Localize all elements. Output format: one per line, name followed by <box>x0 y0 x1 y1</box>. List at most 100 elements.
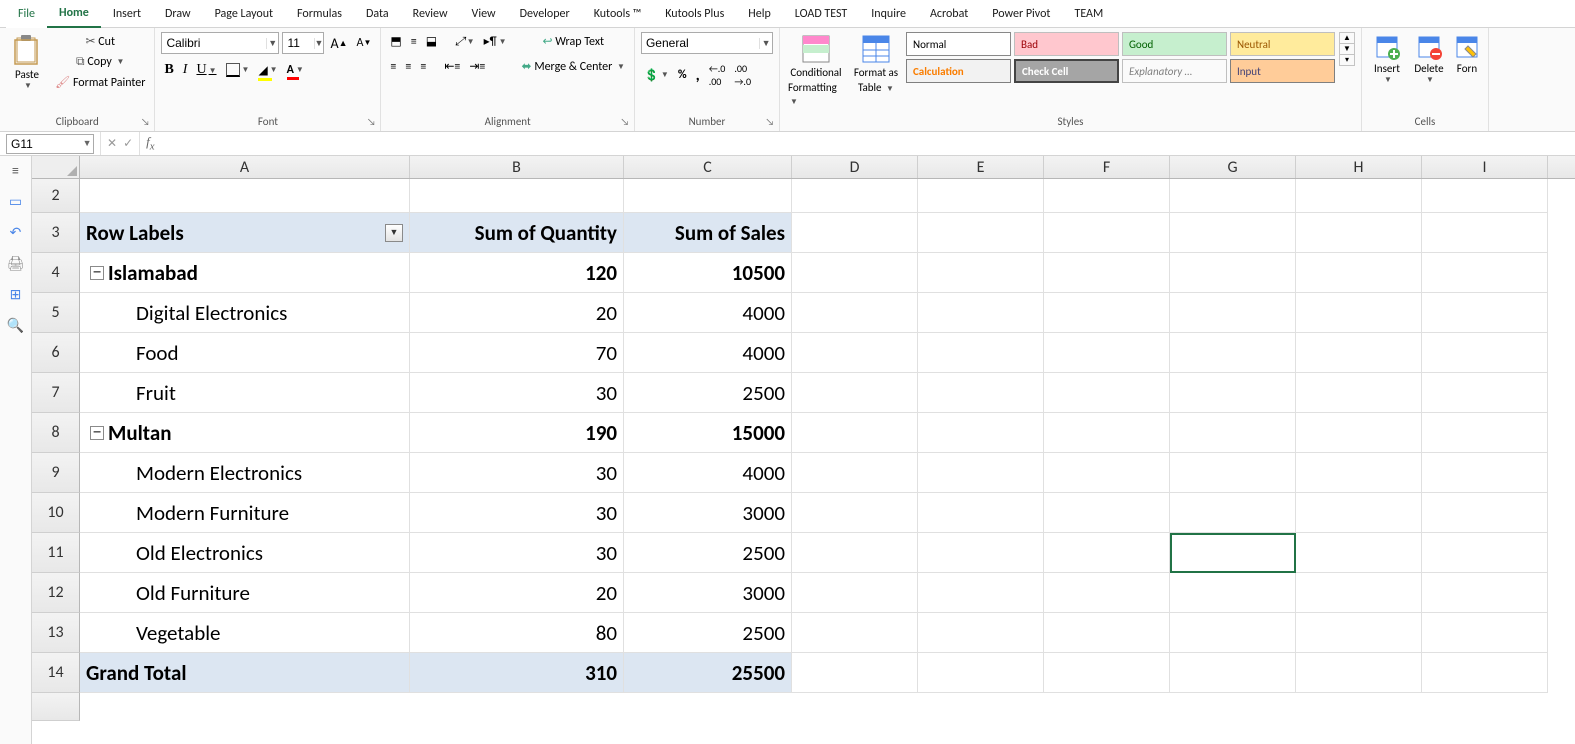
cell[interactable] <box>1296 373 1422 413</box>
rail-icon[interactable]: ↶ <box>10 224 22 241</box>
row-header[interactable]: 11 <box>32 533 80 573</box>
collapse-button[interactable]: − <box>90 426 104 440</box>
cell[interactable] <box>918 533 1044 573</box>
row-header[interactable]: 13 <box>32 613 80 653</box>
decrease-font-button[interactable]: A▼ <box>353 34 374 52</box>
chevron-down-icon[interactable]: ▼ <box>266 38 279 49</box>
cell[interactable]: 20 <box>410 293 624 333</box>
row-header[interactable]: 4 <box>32 253 80 293</box>
copy-button[interactable]: ⧉ Copy ▼ <box>52 53 148 71</box>
cell[interactable]: 30 <box>410 453 624 493</box>
wrap-text-button[interactable]: ↩ Wrap Text <box>519 32 628 51</box>
cell[interactable]: 310 <box>410 653 624 693</box>
decrease-indent-button[interactable]: ⇤≡ <box>441 57 463 76</box>
style-input[interactable]: Input <box>1230 59 1335 83</box>
cell[interactable] <box>1296 453 1422 493</box>
cell[interactable]: 2500 <box>624 533 792 573</box>
cell[interactable] <box>918 493 1044 533</box>
tab-page-layout[interactable]: Page Layout <box>203 0 285 28</box>
gallery-more-button[interactable]: ▾ <box>1340 55 1354 65</box>
cell[interactable] <box>1422 613 1548 653</box>
rail-icon[interactable]: 🖨 <box>7 255 25 272</box>
align-middle-button[interactable]: ≡ <box>408 33 420 51</box>
align-top-button[interactable]: ⬒ <box>387 32 404 51</box>
cell[interactable] <box>1296 533 1422 573</box>
tab-data[interactable]: Data <box>354 0 401 28</box>
cell[interactable] <box>80 179 410 213</box>
cell[interactable] <box>1044 293 1170 333</box>
font-name-input[interactable] <box>162 36 266 50</box>
col-header-d[interactable]: D <box>792 156 918 178</box>
font-launcher[interactable]: ↘ <box>364 114 378 128</box>
cell[interactable] <box>918 179 1044 213</box>
font-name-combo[interactable]: ▼ <box>161 32 279 54</box>
clipboard-launcher[interactable]: ↘ <box>138 114 152 128</box>
cell[interactable] <box>1044 453 1170 493</box>
cell[interactable] <box>1044 533 1170 573</box>
cell[interactable]: Grand Total <box>80 653 410 693</box>
fx-icon[interactable]: fx <box>140 134 160 153</box>
chevron-down-icon[interactable]: ▼ <box>81 138 93 149</box>
style-check-cell[interactable]: Check Cell <box>1014 59 1119 83</box>
cell[interactable]: Food <box>80 333 410 373</box>
rail-icon[interactable]: ▭ <box>9 193 22 210</box>
cell[interactable] <box>1170 373 1296 413</box>
cell[interactable] <box>1044 373 1170 413</box>
cell[interactable] <box>1422 333 1548 373</box>
tab-review[interactable]: Review <box>401 0 460 28</box>
number-launcher[interactable]: ↘ <box>763 114 777 128</box>
tab-insert[interactable]: Insert <box>101 0 153 28</box>
cell[interactable] <box>1170 333 1296 373</box>
style-good[interactable]: Good <box>1122 32 1227 56</box>
tab-team[interactable]: TEAM <box>1062 0 1115 28</box>
font-size-input[interactable] <box>283 36 313 50</box>
cell[interactable] <box>792 333 918 373</box>
cell[interactable]: 25500 <box>624 653 792 693</box>
row-header[interactable] <box>32 693 80 721</box>
cell[interactable] <box>1422 253 1548 293</box>
underline-button[interactable]: U▼ <box>193 60 219 80</box>
cell[interactable] <box>918 333 1044 373</box>
format-cells-button[interactable]: Forn <box>1452 32 1482 77</box>
cell[interactable] <box>918 213 1044 253</box>
style-explanatory[interactable]: Explanatory … <box>1122 59 1227 83</box>
cell[interactable]: 4000 <box>624 453 792 493</box>
cell[interactable] <box>792 293 918 333</box>
cell[interactable] <box>1422 453 1548 493</box>
cell[interactable] <box>1170 453 1296 493</box>
cell[interactable] <box>792 493 918 533</box>
conditional-formatting-button[interactable]: Conditional Formatting ▼ <box>786 32 846 109</box>
cell[interactable] <box>792 373 918 413</box>
tab-kutools[interactable]: Kutools ™ <box>582 0 654 28</box>
cell[interactable] <box>1422 293 1548 333</box>
align-right-button[interactable]: ≡ <box>417 58 429 76</box>
cell[interactable]: 3000 <box>624 493 792 533</box>
cell[interactable]: Modern Furniture <box>80 493 410 533</box>
cell[interactable]: 190 <box>410 413 624 453</box>
col-header-h[interactable]: H <box>1296 156 1422 178</box>
cell[interactable]: Sum of Sales <box>624 213 792 253</box>
delete-cells-button[interactable]: Delete ▼ <box>1410 32 1448 87</box>
row-header[interactable]: 8 <box>32 413 80 453</box>
cell[interactable] <box>1044 613 1170 653</box>
format-as-table-button[interactable]: Format as Table ▼ <box>850 32 902 96</box>
cell[interactable] <box>792 253 918 293</box>
increase-indent-button[interactable]: ⇥≡ <box>466 57 488 76</box>
formula-cancel-button[interactable]: ✕ <box>107 136 117 151</box>
tab-kutools-plus[interactable]: Kutools Plus <box>653 0 736 28</box>
cell[interactable] <box>1422 213 1548 253</box>
col-header-c[interactable]: C <box>624 156 792 178</box>
number-format-input[interactable] <box>642 36 759 50</box>
cell[interactable]: 20 <box>410 573 624 613</box>
tab-load-test[interactable]: LOAD TEST <box>783 0 860 28</box>
style-normal[interactable]: Normal <box>906 32 1011 56</box>
cell[interactable] <box>1044 413 1170 453</box>
tab-inquire[interactable]: Inquire <box>859 0 918 28</box>
tab-draw[interactable]: Draw <box>153 0 203 28</box>
cell[interactable]: Old Electronics <box>80 533 410 573</box>
comma-button[interactable]: , <box>693 64 703 87</box>
bold-button[interactable]: B <box>161 60 176 80</box>
cell[interactable]: 2500 <box>624 373 792 413</box>
cell[interactable] <box>1296 613 1422 653</box>
cell[interactable] <box>1170 253 1296 293</box>
